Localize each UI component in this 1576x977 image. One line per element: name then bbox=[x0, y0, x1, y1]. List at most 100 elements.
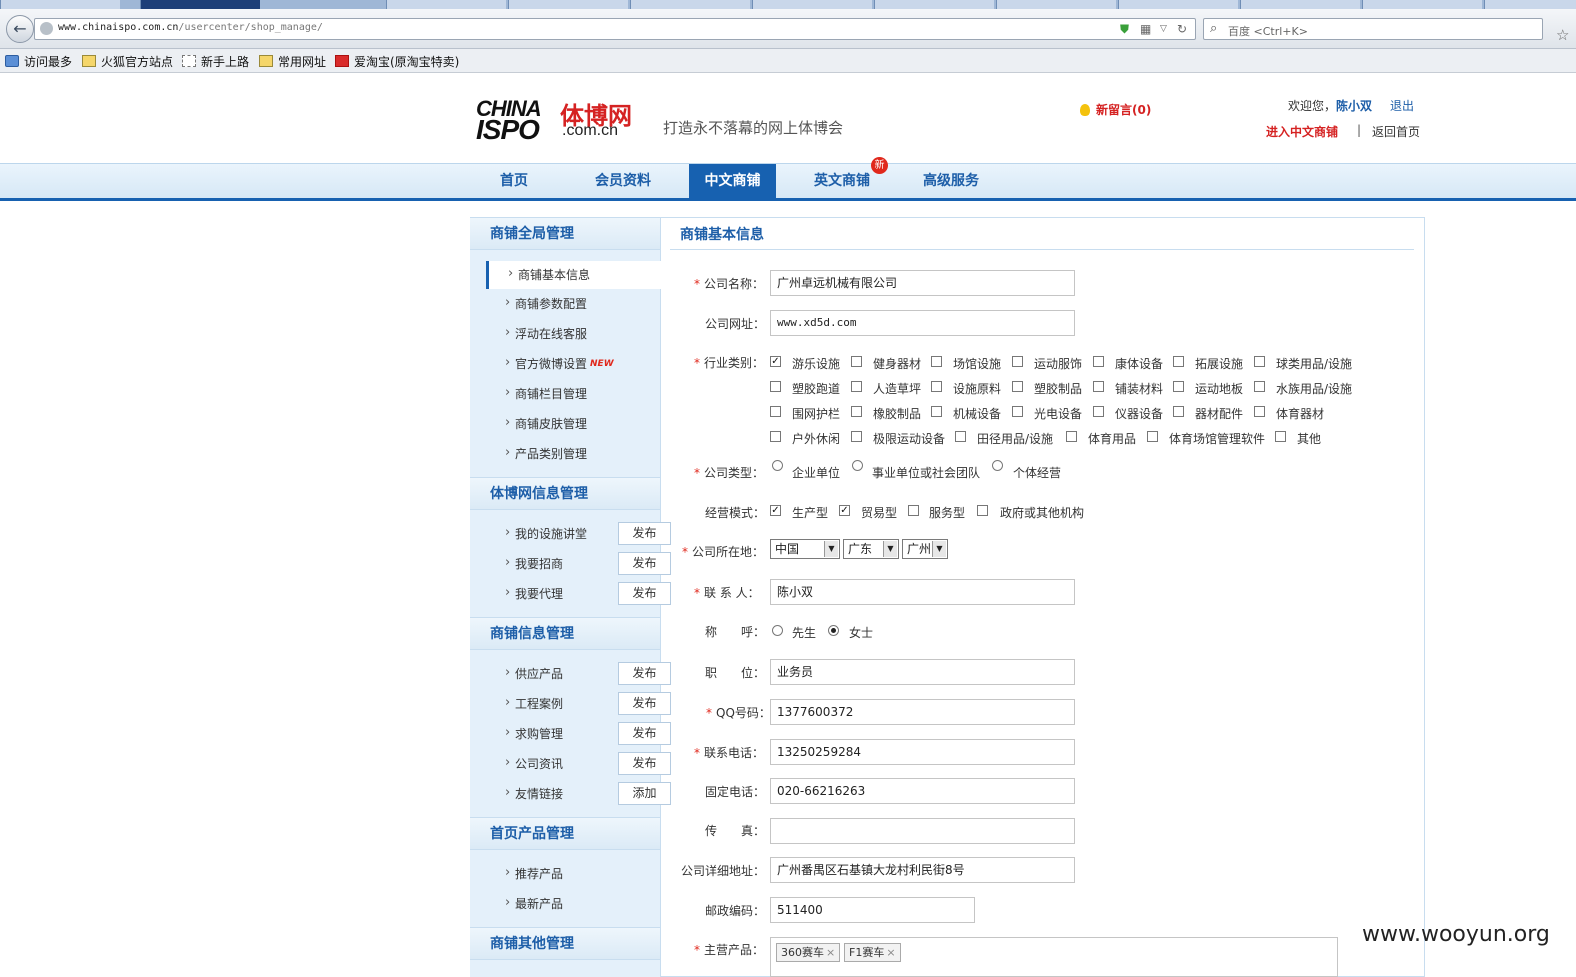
industry-checkbox[interactable] bbox=[931, 406, 942, 417]
business-mode-checkbox[interactable]: ✓ bbox=[839, 505, 850, 516]
browser-tab[interactable] bbox=[1240, 0, 1360, 9]
industry-checkbox[interactable] bbox=[1147, 431, 1158, 442]
industry-checkbox[interactable] bbox=[1275, 431, 1286, 442]
products-tag-input[interactable]: 360赛车 × F1赛车 × bbox=[770, 937, 1338, 977]
industry-checkbox[interactable] bbox=[770, 381, 781, 392]
business-mode-checkbox[interactable] bbox=[977, 505, 988, 516]
company-type-radio[interactable] bbox=[992, 460, 1003, 471]
sidebar-item-friend-links[interactable]: 友情链接 添加 bbox=[486, 779, 671, 808]
bookmark-star-icon[interactable]: ☆ bbox=[1556, 26, 1569, 44]
industry-checkbox[interactable] bbox=[1173, 406, 1184, 417]
industry-checkbox[interactable] bbox=[770, 406, 781, 417]
browser-tab[interactable] bbox=[1484, 0, 1576, 9]
zip-input[interactable]: 511400 bbox=[770, 897, 975, 923]
fax-input[interactable] bbox=[770, 818, 1075, 844]
url-bar[interactable]: www.chinaispo.com.cn/usercenter/shop_man… bbox=[34, 18, 1196, 40]
username[interactable]: 陈小双 bbox=[1336, 99, 1372, 113]
industry-checkbox[interactable] bbox=[770, 431, 781, 442]
sidebar-section-home-products[interactable]: 首页产品管理 bbox=[470, 817, 660, 850]
industry-checkbox[interactable] bbox=[851, 381, 862, 392]
product-tag[interactable]: 360赛车 × bbox=[776, 943, 841, 962]
sidebar-item-facility-lecture[interactable]: 我的设施讲堂 发布 bbox=[486, 519, 671, 548]
sidebar-section-ispo[interactable]: 体博网信息管理 bbox=[470, 477, 660, 510]
back-arrow-icon[interactable]: ← bbox=[6, 15, 34, 43]
logout-link[interactable]: 退出 bbox=[1390, 99, 1414, 113]
sidebar-item-purchase-mgmt[interactable]: 求购管理 发布 bbox=[486, 719, 671, 748]
sidebar-item-latest-products[interactable]: 最新产品 bbox=[486, 889, 661, 918]
reload-icon[interactable]: ↻ bbox=[1177, 22, 1187, 36]
bookmark-common-sites[interactable]: 常用网址 bbox=[259, 52, 326, 70]
website-input[interactable]: www.xd5d.com bbox=[770, 310, 1075, 336]
industry-checkbox[interactable] bbox=[851, 356, 862, 367]
salutation-radio-ms[interactable] bbox=[828, 625, 839, 636]
publish-button[interactable]: 发布 bbox=[618, 522, 671, 545]
enter-shop-link[interactable]: 进入中文商铺 bbox=[1266, 123, 1338, 140]
publish-button[interactable]: 发布 bbox=[618, 722, 671, 745]
sidebar-section-shop-info[interactable]: 商铺信息管理 bbox=[470, 617, 660, 650]
sidebar-item-shop-basic-info[interactable]: 商铺基本信息 bbox=[486, 260, 661, 289]
industry-checkbox[interactable] bbox=[1066, 431, 1077, 442]
dropdown-arrow-icon[interactable]: ▽ bbox=[1160, 24, 1167, 34]
browser-tab[interactable] bbox=[874, 0, 994, 9]
sidebar-item-recommended-products[interactable]: 推荐产品 bbox=[486, 859, 661, 888]
bookmark-firefox-site[interactable]: 火狐官方站点 bbox=[82, 52, 173, 70]
browser-tab-active[interactable] bbox=[140, 0, 260, 9]
industry-checkbox[interactable] bbox=[1012, 381, 1023, 392]
industry-checkbox[interactable] bbox=[955, 431, 966, 442]
address-input[interactable]: 广州番禺区石基镇大龙村利民街8号 bbox=[770, 857, 1075, 883]
publish-button[interactable]: 发布 bbox=[618, 752, 671, 775]
industry-checkbox[interactable] bbox=[1254, 406, 1265, 417]
phone-input[interactable]: 13250259284 bbox=[770, 739, 1075, 765]
publish-button[interactable]: 发布 bbox=[618, 582, 671, 605]
company-type-radio[interactable] bbox=[772, 460, 783, 471]
position-input[interactable]: 业务员 bbox=[770, 659, 1075, 685]
sidebar-item-supply-products[interactable]: 供应产品 发布 bbox=[486, 659, 671, 688]
sidebar-item-agency[interactable]: 我要代理 发布 bbox=[486, 579, 671, 608]
sidebar-item-online-service[interactable]: 浮动在线客服 bbox=[486, 319, 661, 348]
new-message-link[interactable]: 新留言(0) bbox=[1080, 101, 1151, 118]
close-icon[interactable]: × bbox=[886, 946, 895, 959]
publish-button[interactable]: 发布 bbox=[618, 662, 671, 685]
add-button[interactable]: 添加 bbox=[618, 782, 671, 805]
site-logo[interactable]: CHINA ISPO 体博网 .com.cn bbox=[476, 96, 632, 145]
browser-tab[interactable] bbox=[0, 0, 120, 9]
browser-tab[interactable] bbox=[1118, 0, 1238, 9]
qq-input[interactable]: 1377600372 bbox=[770, 699, 1075, 725]
publish-button[interactable]: 发布 bbox=[618, 552, 671, 575]
sidebar-item-category-mgmt[interactable]: 产品类别管理 bbox=[486, 439, 661, 468]
contact-input[interactable]: 陈小双 bbox=[770, 579, 1075, 605]
business-mode-checkbox[interactable]: ✓ bbox=[770, 505, 781, 516]
company-name-input[interactable]: 广州卓远机械有限公司 bbox=[770, 270, 1075, 296]
industry-checkbox[interactable] bbox=[851, 406, 862, 417]
industry-checkbox[interactable] bbox=[1093, 381, 1104, 392]
bookmark-most-visited[interactable]: 访问最多 bbox=[5, 52, 72, 70]
nav-premium-service[interactable]: 高级服务 bbox=[908, 164, 994, 199]
browser-tab[interactable] bbox=[386, 0, 506, 9]
industry-checkbox[interactable] bbox=[931, 381, 942, 392]
browser-tab[interactable] bbox=[508, 0, 628, 9]
sidebar-item-project-cases[interactable]: 工程案例 发布 bbox=[486, 689, 671, 718]
sidebar-item-invite-investment[interactable]: 我要招商 发布 bbox=[486, 549, 671, 578]
nav-member-info[interactable]: 会员资料 bbox=[580, 164, 666, 199]
business-mode-checkbox[interactable] bbox=[908, 505, 919, 516]
search-bar[interactable]: ⌕ 百度 <Ctrl+K> bbox=[1203, 18, 1543, 40]
industry-checkbox[interactable] bbox=[1173, 356, 1184, 367]
industry-checkbox[interactable] bbox=[1012, 356, 1023, 367]
industry-checkbox[interactable] bbox=[1254, 356, 1265, 367]
browser-tab[interactable] bbox=[996, 0, 1116, 9]
sidebar-item-column-mgmt[interactable]: 商铺栏目管理 bbox=[486, 379, 661, 408]
publish-button[interactable]: 发布 bbox=[618, 692, 671, 715]
close-icon[interactable]: × bbox=[826, 946, 835, 959]
company-type-radio[interactable] bbox=[852, 460, 863, 471]
sidebar-section-other[interactable]: 商铺其他管理 bbox=[470, 927, 660, 960]
country-select[interactable]: 中国 ▼ bbox=[770, 539, 840, 559]
nav-home[interactable]: 首页 bbox=[478, 164, 550, 199]
qr-code-icon[interactable]: ▦ bbox=[1140, 22, 1151, 36]
shield-icon[interactable]: ⛊ bbox=[1120, 22, 1129, 37]
bookmark-aitaobao[interactable]: 爱淘宝(原淘宝特卖) bbox=[335, 52, 459, 70]
browser-tab[interactable] bbox=[1362, 0, 1482, 9]
industry-checkbox[interactable] bbox=[1093, 356, 1104, 367]
sidebar-item-skin-mgmt[interactable]: 商铺皮肤管理 bbox=[486, 409, 661, 438]
industry-checkbox[interactable] bbox=[1173, 381, 1184, 392]
landline-input[interactable]: 020-66216263 bbox=[770, 778, 1075, 804]
